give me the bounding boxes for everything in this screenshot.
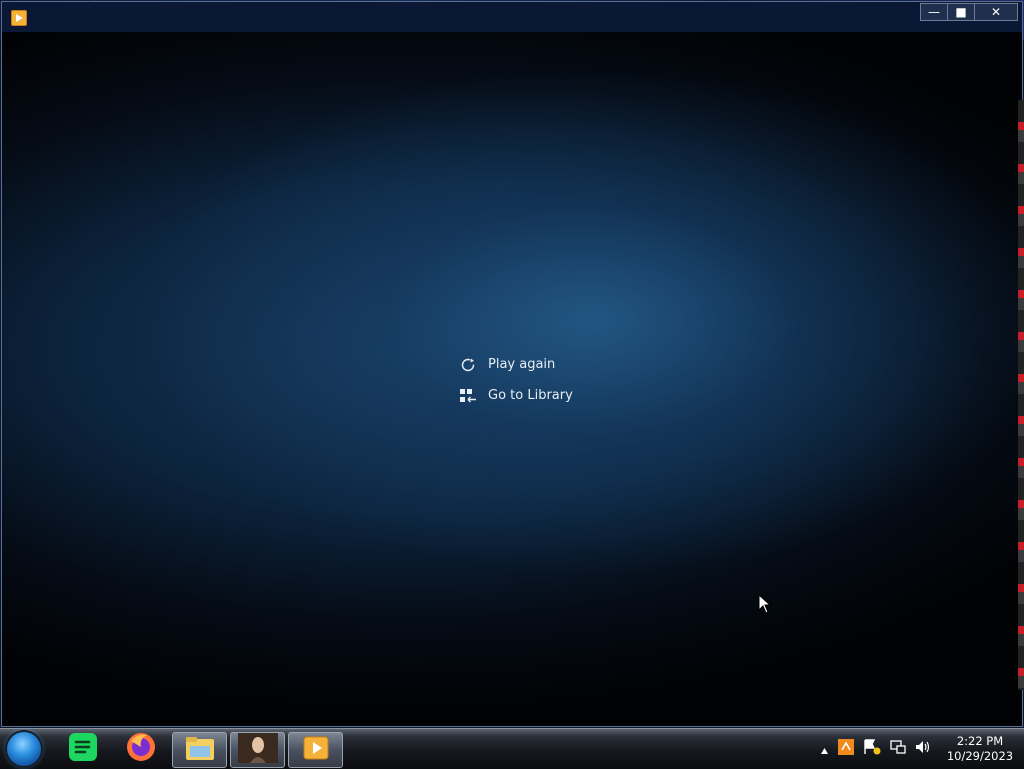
taskbar-media-player[interactable]	[288, 732, 343, 768]
media-player-app-icon	[11, 10, 27, 26]
firefox-icon	[125, 731, 157, 767]
media-player-icon	[301, 734, 331, 766]
clock-time: 2:22 PM	[956, 734, 1004, 748]
folder-icon	[184, 734, 216, 766]
minimize-button[interactable]: —	[920, 3, 948, 21]
replay-icon	[459, 356, 477, 374]
tray-app-icon[interactable]	[838, 739, 854, 759]
show-hidden-icons-button[interactable]	[820, 740, 829, 759]
window-controls: — ■ ✕	[920, 3, 1018, 21]
network-icon[interactable]	[890, 739, 906, 759]
maximize-button[interactable]: ■	[947, 3, 975, 21]
mouse-cursor-icon	[758, 593, 772, 618]
media-player-window: — ■ ✕ Play again Go to Library	[1, 1, 1023, 727]
system-tray	[820, 738, 940, 760]
close-button[interactable]: ✕	[974, 3, 1018, 21]
taskbar-firefox[interactable]	[114, 732, 167, 766]
window-title-strip	[2, 2, 1022, 32]
library-icon	[459, 387, 477, 405]
clock-date: 10/29/2023	[946, 749, 1014, 763]
action-center-flag-icon[interactable]	[863, 739, 881, 759]
play-again-button[interactable]: Play again	[459, 349, 659, 380]
go-to-library-button[interactable]: Go to Library	[459, 380, 659, 411]
start-button[interactable]	[7, 732, 41, 766]
desktop-background-edge	[1018, 100, 1024, 690]
portrait-thumbnail-icon	[237, 733, 278, 767]
spotify-icon	[68, 732, 98, 766]
play-again-label: Play again	[488, 357, 556, 372]
volume-icon[interactable]	[915, 739, 931, 759]
taskbar-file-explorer[interactable]	[172, 732, 227, 768]
go-to-library-label: Go to Library	[488, 388, 573, 403]
end-of-playback-menu: Play again Go to Library	[459, 349, 659, 411]
taskbar-spotify[interactable]	[56, 732, 109, 766]
taskbar: 2:22 PM 10/29/2023	[0, 728, 1024, 769]
taskbar-photo-viewer[interactable]	[230, 732, 285, 768]
taskbar-clock[interactable]: 2:22 PM 10/29/2023	[944, 734, 1016, 764]
